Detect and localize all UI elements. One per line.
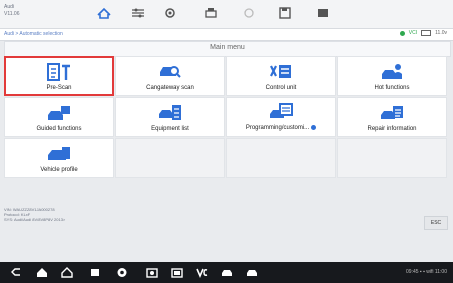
empty-cell	[115, 138, 225, 178]
menu-label: Pre-Scan	[46, 84, 72, 91]
info-icon[interactable]	[311, 125, 317, 131]
menu-label: Hot functions	[374, 84, 410, 91]
status-indicators: VCI 11.0v	[399, 30, 447, 36]
battery-voltage: 11.0v	[435, 30, 447, 36]
vehicle-system: SYS: Audi/Audi 8V/8V8P8V 2013>	[4, 217, 66, 222]
menu-guided-functions[interactable]: Guided functions	[4, 97, 114, 137]
data-logging-icon[interactable]	[315, 6, 331, 20]
home-nav-icon[interactable]	[35, 266, 49, 279]
car-settings-icon[interactable]	[130, 6, 146, 20]
vehicle-profile-icon	[48, 146, 70, 160]
android-nav-bar: 09:45 ▪ ▪ wifi 11:00	[0, 262, 453, 283]
menu-vehicle-profile[interactable]: Vehicle profile	[4, 138, 114, 178]
esc-button[interactable]: ESC	[424, 216, 448, 230]
menu-pre-scan[interactable]: Pre-Scan	[4, 56, 114, 96]
empty-cell	[337, 138, 447, 178]
car-scan-icon	[160, 65, 181, 78]
menu-equipment-list[interactable]: Equipment list	[115, 97, 225, 137]
main-menu-header: Main menu	[4, 41, 451, 57]
vci-status-icon	[399, 30, 405, 36]
vehicle-model: V11.06	[4, 11, 20, 17]
back-icon[interactable]	[10, 266, 24, 279]
home-icon[interactable]	[96, 6, 112, 20]
breadcrumb-bar: Audi > Automatic selection VCI 11.0v	[0, 29, 453, 41]
breadcrumb: Audi > Automatic selection	[4, 31, 63, 37]
vehicle-make: Audi	[4, 4, 15, 10]
print-icon[interactable]	[203, 6, 219, 20]
menu-label: Equipment list	[151, 125, 189, 132]
vehicle-info: Audi V11.06	[4, 4, 19, 18]
system-status: 09:45 ▪ ▪ wifi 11:00	[406, 269, 447, 275]
guided-functions-icon	[48, 105, 70, 120]
menu-label: Repair information	[367, 125, 417, 132]
empty-cell	[226, 138, 336, 178]
save-icon[interactable]	[277, 6, 293, 20]
function-grid: Pre-Scan Cangateway scan Control unit Ho…	[4, 56, 449, 178]
menu-label: Guided functions	[36, 125, 82, 132]
chrome-icon[interactable]	[115, 266, 129, 279]
vci-icon[interactable]	[195, 266, 209, 279]
screen-record-icon[interactable]	[170, 266, 184, 279]
menu-cangateway-scan[interactable]: Cangateway scan	[115, 56, 225, 96]
settings-icon[interactable]	[162, 6, 178, 20]
menu-programming[interactable]: Programming/customi...	[226, 97, 336, 137]
menu-repair-information[interactable]: Repair information	[337, 97, 447, 137]
pre-scan-icon	[47, 62, 70, 81]
repair-info-icon	[381, 105, 403, 119]
programming-icon	[270, 103, 293, 119]
menu-control-unit[interactable]: Control unit	[226, 56, 336, 96]
help-icon[interactable]	[241, 6, 257, 20]
diagnostics-shortcut-icon[interactable]	[245, 266, 259, 279]
menu-label: Vehicle profile	[40, 166, 78, 173]
battery-icon	[421, 30, 432, 36]
hot-functions-icon	[382, 63, 402, 79]
control-unit-icon	[270, 64, 291, 78]
page-title: Main menu	[210, 44, 245, 51]
menu-label: Cangateway scan	[146, 84, 194, 91]
vehicle-shortcut-icon[interactable]	[220, 266, 234, 279]
menu-label: Control unit	[265, 84, 297, 91]
top-toolbar: Audi V11.06	[0, 0, 453, 29]
vci-label: VCI	[408, 30, 418, 36]
camera-icon[interactable]	[145, 266, 159, 279]
menu-label: Programming/customi...	[245, 125, 317, 132]
equipment-list-icon	[159, 104, 181, 120]
house-icon[interactable]	[60, 266, 74, 279]
menu-label-text: Programming/customi...	[245, 125, 310, 132]
recent-apps-icon[interactable]	[88, 266, 102, 279]
vehicle-details: VIN: WAUZZZ8V1JA000278 Protocol: KLxF SY…	[4, 207, 65, 222]
menu-hot-functions[interactable]: Hot functions	[337, 56, 447, 96]
